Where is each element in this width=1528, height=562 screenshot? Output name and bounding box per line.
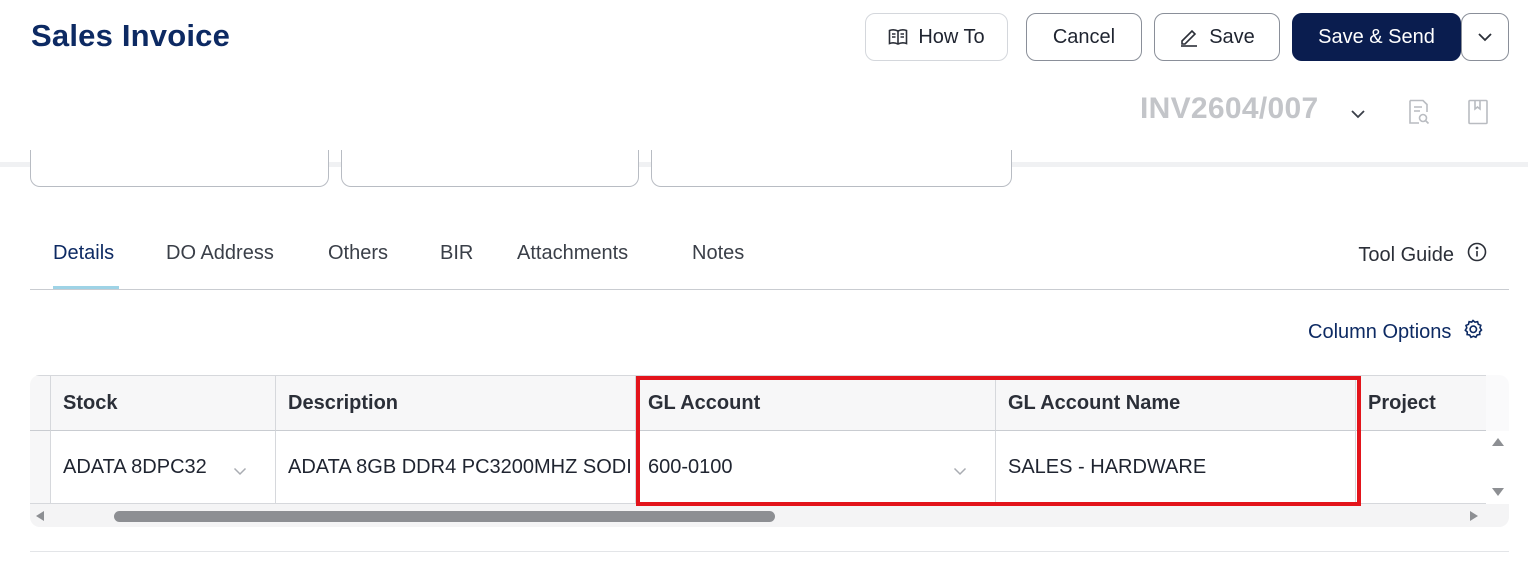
bookmark-icon[interactable]	[1467, 99, 1489, 130]
tab-details[interactable]: Details	[53, 242, 114, 265]
gear-icon	[1463, 319, 1483, 345]
column-options-button[interactable]: Column Options	[1308, 319, 1483, 345]
tab-do-address[interactable]: DO Address	[166, 242, 274, 265]
column-options-label: Column Options	[1308, 320, 1452, 343]
project-cell[interactable]	[1356, 431, 1486, 504]
how-to-label: How To	[918, 25, 985, 48]
tool-guide-label: Tool Guide	[1358, 243, 1454, 266]
chevron-down-icon	[233, 459, 247, 482]
scrollbar-corner	[1486, 504, 1509, 527]
gl-account-name-cell[interactable]: SALES - HARDWARE	[996, 431, 1356, 504]
save-label: Save	[1209, 25, 1255, 48]
column-header-project[interactable]: Project	[1356, 375, 1486, 431]
how-to-button[interactable]: How To	[865, 13, 1008, 61]
horizontal-scrollbar-thumb[interactable]	[114, 511, 775, 522]
chevron-down-icon[interactable]	[1350, 106, 1366, 124]
chevron-down-icon	[1477, 32, 1493, 42]
book-open-icon	[888, 28, 908, 46]
row-handle[interactable]	[30, 431, 51, 504]
scroll-up-arrow-icon[interactable]	[1491, 437, 1505, 447]
header-field[interactable]	[30, 150, 329, 187]
pencil-icon	[1179, 27, 1199, 47]
section-divider	[30, 551, 1509, 552]
more-actions-button[interactable]	[1461, 13, 1509, 61]
header-field[interactable]	[651, 150, 1012, 187]
column-header-gl-account[interactable]: GL Account	[636, 375, 996, 431]
header-field[interactable]	[341, 150, 639, 187]
description-cell[interactable]: ADATA 8GB DDR4 PC3200MHZ SODI	[276, 431, 636, 504]
tab-bar: Details DO Address Others BIR Attachment…	[30, 232, 1509, 290]
tab-notes[interactable]: Notes	[692, 242, 744, 265]
tool-guide-button[interactable]: Tool Guide	[1358, 242, 1487, 268]
save-and-send-button[interactable]: Save & Send	[1292, 13, 1461, 61]
tab-others[interactable]: Others	[328, 242, 388, 265]
line-items-grid: Stock Description GL Account GL Account …	[30, 375, 1509, 527]
scroll-down-arrow-icon[interactable]	[1491, 487, 1505, 497]
tab-attachments[interactable]: Attachments	[517, 242, 628, 265]
tab-bir[interactable]: BIR	[440, 242, 473, 265]
stock-select[interactable]: ADATA 8DPC32	[51, 431, 276, 504]
gl-account-value: 600-0100	[648, 455, 733, 478]
description-value: ADATA 8GB DDR4 PC3200MHZ SODI	[288, 455, 632, 478]
document-number: INV2604/007	[1140, 92, 1319, 125]
scroll-left-arrow-icon[interactable]	[35, 510, 45, 522]
gl-account-name-value: SALES - HARDWARE	[1008, 455, 1207, 478]
vertical-scrollbar[interactable]	[1486, 431, 1509, 504]
horizontal-scrollbar[interactable]	[30, 504, 1486, 527]
active-tab-indicator	[53, 286, 119, 289]
gl-account-select[interactable]: 600-0100	[636, 431, 996, 504]
chevron-down-icon	[953, 459, 967, 482]
cancel-button[interactable]: Cancel	[1026, 13, 1142, 61]
info-icon	[1467, 242, 1487, 268]
page-title: Sales Invoice	[31, 18, 231, 53]
column-header-stock[interactable]: Stock	[51, 375, 276, 431]
row-handle-header	[30, 375, 51, 431]
scroll-right-arrow-icon[interactable]	[1469, 510, 1479, 522]
column-header-description[interactable]: Description	[276, 375, 636, 431]
stock-value: ADATA 8DPC32	[63, 455, 207, 478]
column-header-gl-account-name[interactable]: GL Account Name	[996, 375, 1356, 431]
save-button[interactable]: Save	[1154, 13, 1280, 61]
document-search-icon[interactable]	[1407, 99, 1431, 130]
